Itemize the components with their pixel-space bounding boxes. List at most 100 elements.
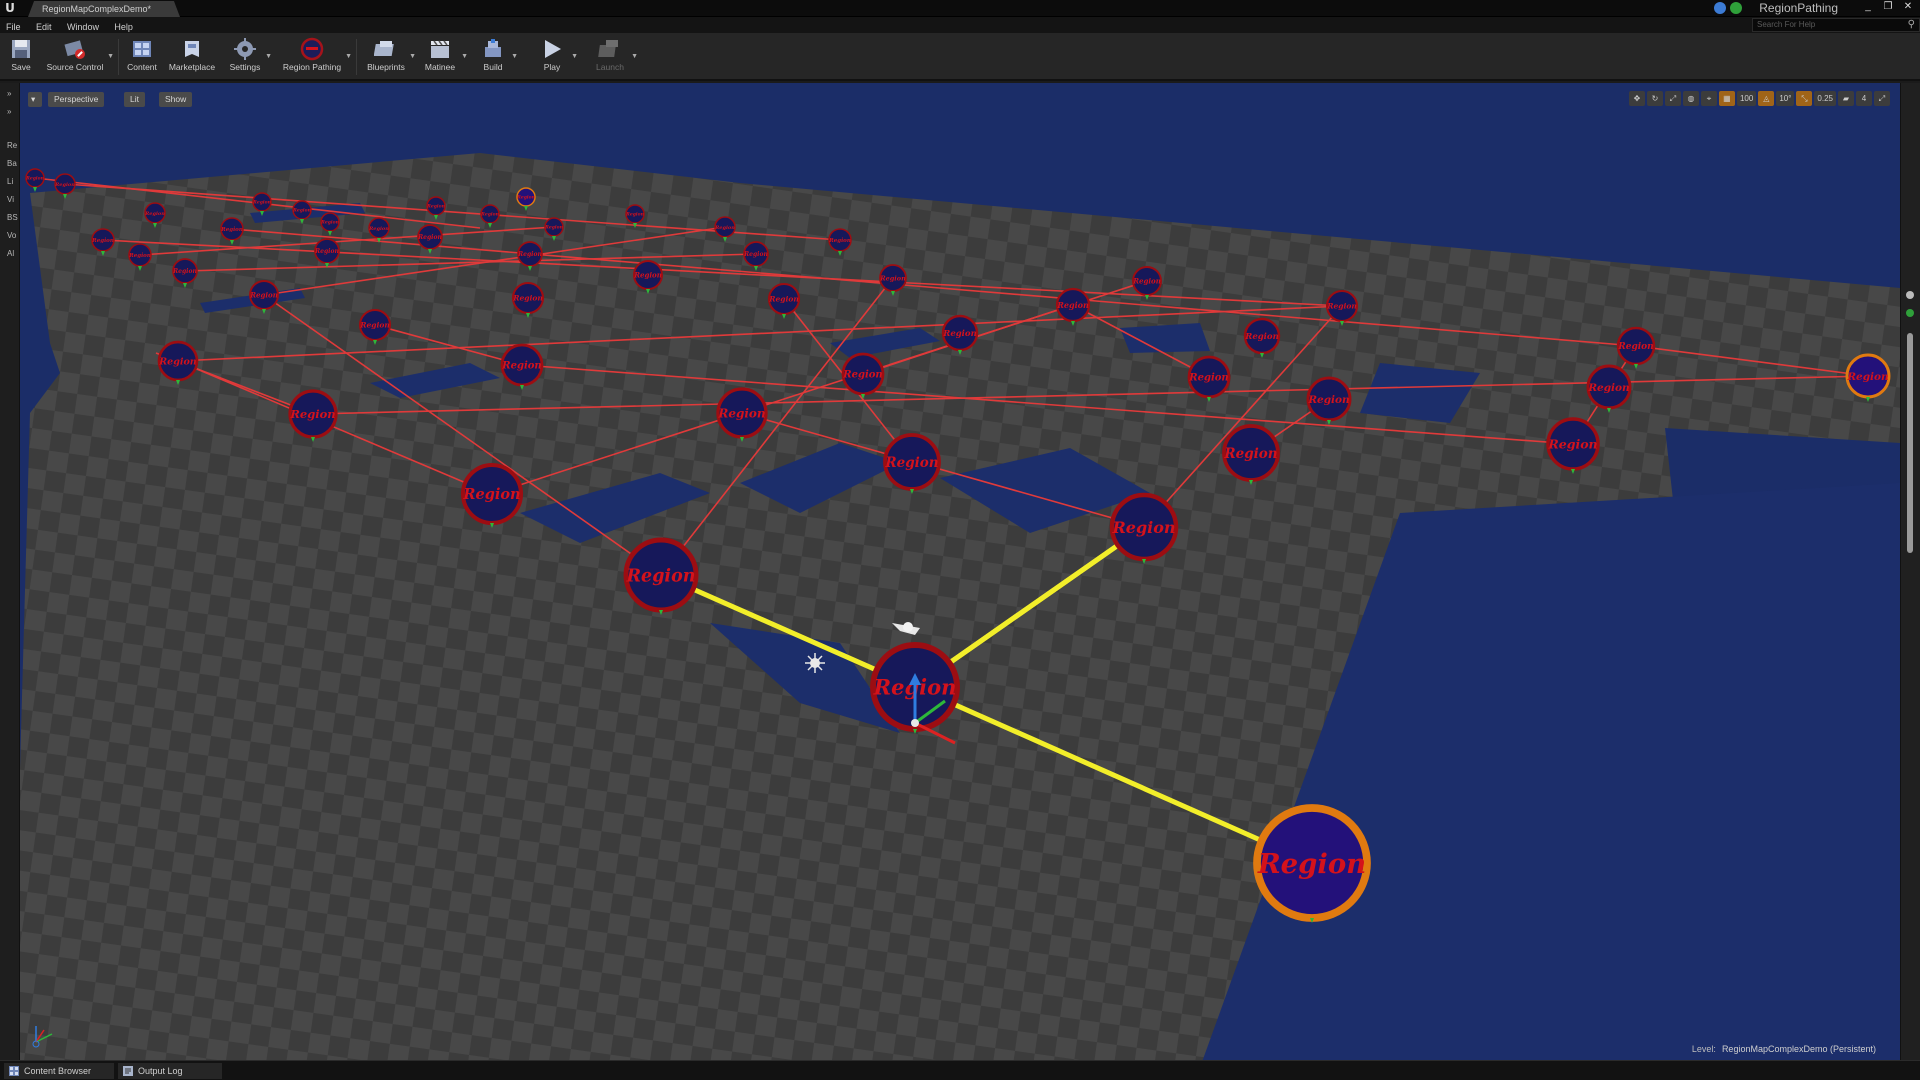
matinee-button[interactable]: Matinee ▼ [420,35,468,79]
scrollbar[interactable] [1907,333,1913,553]
grid-snap-value[interactable]: 100 [1736,91,1757,106]
play-icon [545,40,561,58]
region-label: Region [1111,518,1175,537]
build-button[interactable]: Build ▼ [476,35,518,79]
matinee-dropdown-icon[interactable]: ▼ [461,53,468,60]
help-search-input[interactable]: Search For Help ⚲ [1752,18,1920,32]
save-button[interactable]: Save [6,35,36,79]
left-tab-all-classes[interactable]: Al [1,249,19,258]
menu-window[interactable]: Window [61,18,104,34]
source-control-dropdown-icon[interactable]: ▼ [107,53,114,60]
light-actor-icon[interactable] [805,653,825,673]
menu-help[interactable]: Help [108,18,138,34]
collapse-panel-icon[interactable]: » [1,89,19,98]
level-info: Level: RegionMapComplexDemo (Persistent) [1692,1044,1876,1054]
save-icon [12,40,30,58]
scale-snap-toggle-icon[interactable]: ⤡ [1796,91,1813,106]
surface-snap-icon[interactable]: ⌖ [1700,91,1717,106]
source-control-label: Source Control [46,62,104,72]
region-label: Region [314,248,339,255]
level-tab[interactable]: RegionMapComplexDemo* [28,1,180,17]
content-button[interactable]: Content [124,35,160,79]
toolbar-separator [118,39,119,75]
left-tab-basic[interactable]: Ba [1,159,19,168]
left-tab-volumes[interactable]: Vo [1,231,19,240]
region-label: Region [426,204,445,210]
tab-content-browser[interactable]: Content Browser [4,1063,114,1079]
maximize-viewport-icon[interactable]: ⤢ [1874,91,1890,106]
settings-label: Settings [229,62,261,72]
marketplace-button[interactable]: Marketplace [166,35,218,79]
expand-panel-icon[interactable]: » [1,107,19,116]
settings-dropdown-icon[interactable]: ▼ [265,53,272,60]
play-dropdown-icon[interactable]: ▼ [571,53,578,60]
left-tab-recent[interactable]: Re [1,141,19,150]
panel-status-icon[interactable] [1906,309,1914,317]
source-control-status-icon[interactable] [1730,2,1742,14]
output-log-icon [123,1066,133,1076]
rotation-snap-value[interactable]: 10° [1776,91,1795,106]
region-label: Region [1617,342,1653,352]
region-label: Region [625,212,644,218]
settings-button[interactable]: Settings ▼ [226,35,272,79]
blueprints-label: Blueprints [367,62,405,72]
region-label: Region [368,226,389,232]
content-browser-icon [133,41,151,57]
source-control-button[interactable]: Source Control ▼ [44,35,114,79]
left-tab-bsp[interactable]: BS [1,213,19,222]
restore-button[interactable]: ❐ [1880,0,1896,14]
show-button[interactable]: Show [159,92,193,107]
region-label: Region [544,225,563,231]
region-marker[interactable]: Region [1253,804,1371,923]
rotation-snap-toggle-icon[interactable]: ◬ [1758,91,1775,106]
grid-snap-toggle-icon[interactable]: ▦ [1718,91,1735,106]
scale-mode-icon[interactable]: ⤢ [1664,91,1681,106]
left-panel-strip: » » Re Ba Li Vi BS Vo Al [0,83,20,1060]
project-name: RegionPathing [1759,1,1838,15]
marketplace-label: Marketplace [168,62,216,72]
region-label: Region [1056,300,1089,310]
region-label: Region [480,212,499,218]
region-pathing-dropdown-icon[interactable]: ▼ [345,53,352,60]
camera-speed-value[interactable]: 4 [1856,91,1872,106]
region-marker[interactable]: Region [25,168,45,192]
viewport-options-dropdown[interactable]: ▾ [28,92,42,107]
lit-mode-button[interactable]: Lit [124,92,145,107]
notification-icon[interactable] [1714,2,1726,14]
world-space-icon[interactable]: ◍ [1682,91,1699,106]
region-label: Region [768,295,799,304]
viewport-scene[interactable]: Region Region Region Region Region Region Regi… [20,83,1900,1060]
camera-speed-icon[interactable]: ▰ [1838,91,1854,106]
region-label: Region [462,486,520,503]
build-dropdown-icon[interactable]: ▼ [511,53,518,60]
region-label: Region [1132,277,1161,286]
panel-toggle-icon[interactable] [1906,291,1914,299]
build-label: Build [483,62,503,72]
blueprints-button[interactable]: Blueprints ▼ [364,35,416,79]
left-tab-visual[interactable]: Vi [1,195,19,204]
close-button[interactable]: ✕ [1900,0,1916,14]
left-tab-lights[interactable]: Li [1,177,19,186]
perspective-button[interactable]: Perspective [48,92,105,107]
menu-bar: File Edit Window Help Search For Help ⚲ [0,17,1920,33]
menu-file[interactable]: File [0,18,26,34]
rotate-mode-icon[interactable]: ↻ [1646,91,1663,106]
right-panel-strip [1900,83,1920,1060]
blueprints-dropdown-icon[interactable]: ▼ [409,53,416,60]
scale-snap-value[interactable]: 0.25 [1814,91,1836,106]
title-bar: U RegionMapComplexDemo* RegionPathing _ … [0,0,1920,17]
region-label: Region [1223,446,1277,462]
play-button[interactable]: Play ▼ [534,35,578,79]
level-viewport[interactable]: Region Region Region Region Region Region Regi… [20,83,1900,1060]
launch-button[interactable]: Launch ▼ [590,35,638,79]
menu-edit[interactable]: Edit [30,18,57,34]
launch-dropdown-icon[interactable]: ▼ [631,53,638,60]
region-pathing-label: Region Pathing [282,62,342,72]
translate-mode-icon[interactable]: ✥ [1628,91,1645,106]
region-label: Region [512,294,543,303]
region-pathing-button[interactable]: Region Pathing ▼ [280,35,352,79]
region-label: Region [144,211,165,217]
tab-output-log[interactable]: Output Log [118,1063,222,1079]
minimize-button[interactable]: _ [1860,0,1876,14]
search-icon: ⚲ [1907,19,1915,30]
